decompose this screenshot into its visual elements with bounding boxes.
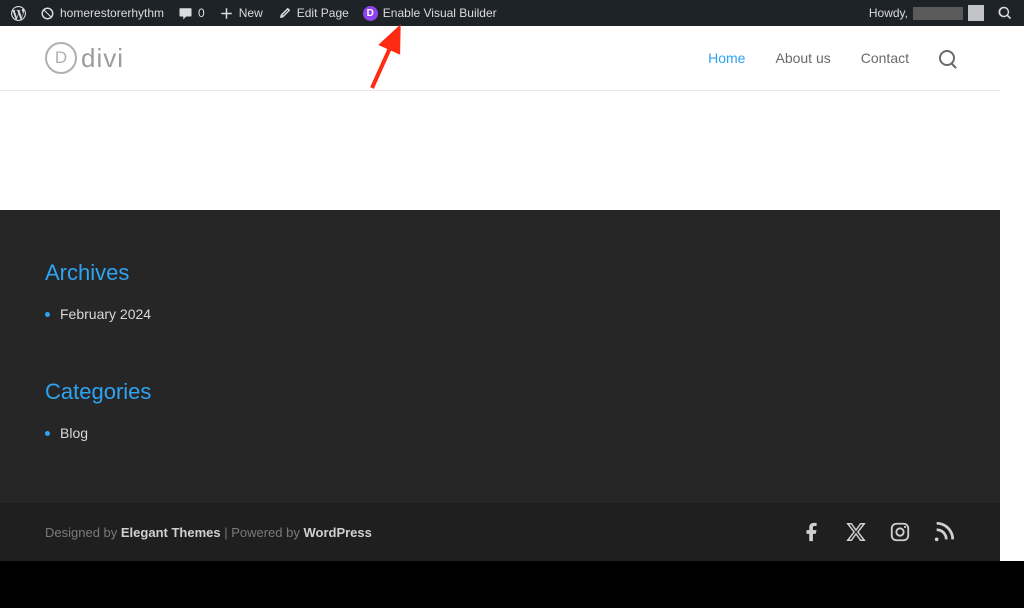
enable-visual-builder-menu[interactable]: D Enable Visual Builder (356, 0, 504, 26)
rss-icon[interactable] (933, 521, 955, 543)
divi-badge-icon: D (363, 6, 378, 21)
new-label: New (239, 6, 263, 20)
bullet-icon (45, 431, 50, 436)
plus-icon (219, 6, 234, 21)
credits-designed-prefix: Designed by (45, 525, 121, 540)
instagram-icon[interactable] (889, 521, 911, 543)
site-logo[interactable]: D divi (45, 42, 124, 74)
credits-elegant-link[interactable]: Elegant Themes (121, 525, 221, 540)
howdy-prefix: Howdy, (869, 6, 908, 20)
site-content-area: D divi Home About us Contact Archives Fe… (0, 26, 1024, 561)
wordpress-icon (11, 6, 26, 21)
edit-page-menu[interactable]: Edit Page (270, 0, 356, 26)
footer-social-icons (801, 521, 955, 543)
site-header: D divi Home About us Contact (0, 26, 1000, 91)
bullet-icon (45, 312, 50, 317)
facebook-icon[interactable] (801, 521, 823, 543)
credits-powered-sep: | Powered by (221, 525, 304, 540)
admin-search-button[interactable] (991, 0, 1020, 26)
archives-item-label: February 2024 (60, 306, 151, 322)
site-name-label: homerestorerhythm (60, 6, 164, 20)
widget-categories: Categories Blog (45, 379, 955, 443)
dashboard-icon (40, 6, 55, 21)
primary-nav: Home About us Contact (708, 50, 955, 66)
list-item[interactable]: Blog (45, 423, 955, 443)
comments-menu[interactable]: 0 (171, 0, 212, 26)
categories-list: Blog (45, 423, 955, 443)
site-name-menu[interactable]: homerestorerhythm (33, 0, 171, 26)
footer-bottom-bar: Designed by Elegant Themes | Powered by … (0, 503, 1000, 561)
widget-archives: Archives February 2024 (45, 260, 955, 324)
nav-about[interactable]: About us (775, 50, 830, 66)
comments-count: 0 (198, 6, 205, 20)
howdy-username-redacted (913, 7, 963, 20)
x-twitter-icon[interactable] (845, 521, 867, 543)
nav-home[interactable]: Home (708, 50, 745, 66)
footer-widgets: Archives February 2024 Categories Blog (0, 210, 1000, 503)
logo-mark-icon: D (45, 42, 77, 74)
categories-item-label: Blog (60, 425, 88, 441)
widget-archives-title: Archives (45, 260, 955, 286)
new-content-menu[interactable]: New (212, 0, 270, 26)
visual-builder-label: Enable Visual Builder (383, 6, 497, 20)
archives-list: February 2024 (45, 304, 955, 324)
avatar (968, 5, 984, 21)
header-search-icon[interactable] (939, 50, 955, 66)
wp-admin-bar: homerestorerhythm 0 New Edit Page D Enab… (0, 0, 1024, 26)
comment-icon (178, 6, 193, 21)
edit-page-label: Edit Page (297, 6, 349, 20)
pencil-icon (277, 6, 292, 21)
admin-bar-left: homerestorerhythm 0 New Edit Page D Enab… (4, 0, 504, 26)
credits-wordpress-link[interactable]: WordPress (303, 525, 371, 540)
search-icon (998, 6, 1013, 21)
logo-text: divi (81, 43, 124, 74)
widget-categories-title: Categories (45, 379, 955, 405)
list-item[interactable]: February 2024 (45, 304, 955, 324)
howdy-account-menu[interactable]: Howdy, (862, 0, 991, 26)
page-body-empty (0, 91, 1000, 210)
wp-logo-menu[interactable] (4, 0, 33, 26)
nav-contact[interactable]: Contact (861, 50, 909, 66)
footer-credits: Designed by Elegant Themes | Powered by … (45, 525, 372, 540)
admin-bar-right: Howdy, (862, 0, 1020, 26)
